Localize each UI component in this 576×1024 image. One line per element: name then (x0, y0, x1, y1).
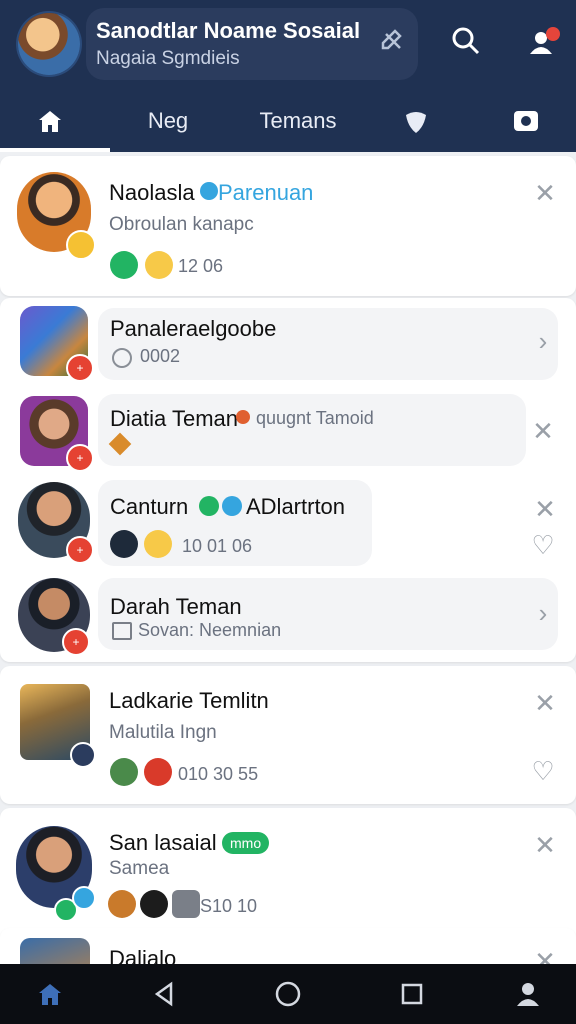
close-icon[interactable]: ✕ (530, 830, 560, 861)
contact-name: San lasaial (109, 830, 217, 855)
camera-icon (514, 111, 538, 131)
close-icon[interactable]: ✕ (530, 494, 560, 525)
status-badge: + (66, 536, 94, 564)
tag-icon (172, 890, 200, 918)
item-time: 12 06 (178, 256, 224, 276)
status-chip: mmo (222, 832, 270, 854)
app-title: Sanodtlar Noame Sosaial (96, 18, 361, 43)
status-badge (70, 742, 96, 768)
avatar-small (110, 758, 138, 786)
contact-name: Dalialo (109, 946, 177, 964)
close-icon[interactable]: ✕ (530, 688, 560, 719)
tab-camera[interactable] (496, 92, 556, 150)
online-icon (199, 496, 219, 516)
list-group: + Panaleraelgoobe 0002 › + Diatia Teman … (0, 298, 576, 662)
contact-name: Naolasla (109, 180, 195, 205)
recents-icon[interactable] (382, 964, 442, 1024)
app-subtitle: Nagaia Sgmdieis (96, 48, 240, 69)
avatar-small (140, 890, 168, 918)
contact-subtitle: Sovan: Neemnian (138, 620, 282, 640)
chevron-right-icon[interactable]: › (528, 598, 558, 629)
clock-icon (112, 348, 132, 368)
contact-suffix: ADlartrton (246, 494, 346, 519)
tab-bar: Neg Temans (0, 92, 576, 152)
profile-icon[interactable] (498, 964, 558, 1024)
contact-name: Panaleraelgoobe (110, 316, 277, 341)
status-badge: + (62, 628, 90, 656)
contact-subtitle: Samea (109, 858, 170, 879)
tab-temans[interactable]: Temans (240, 92, 356, 150)
verified-icon (222, 496, 242, 516)
contact-name: Diatia Teman (110, 406, 238, 431)
fire-icon (236, 410, 250, 424)
list-item[interactable]: Naolasla Parenuan Obroulan kanapc 12 06 … (0, 156, 576, 296)
row-extra: quugnt Tamoid (256, 408, 374, 428)
avatar-small (144, 758, 172, 786)
system-nav-bar (0, 964, 576, 1024)
emoji-icon (108, 890, 136, 918)
avatar (20, 938, 90, 964)
heart-icon[interactable]: ♡ (528, 756, 558, 787)
verified-icon (72, 886, 96, 910)
tab-neg[interactable]: Neg (118, 92, 218, 150)
home-icon[interactable] (20, 964, 80, 1024)
list-item[interactable]: Dalialo ✕ (0, 928, 576, 964)
notification-dot (546, 27, 560, 41)
contact-tag: Parenuan (218, 180, 314, 205)
close-icon[interactable]: ✕ (530, 946, 560, 964)
feed-list[interactable]: Naolasla Parenuan Obroulan kanapc 12 06 … (0, 152, 576, 964)
item-time: 010 30 55 (178, 764, 259, 784)
contact-name: Ladkarie Temlitn (109, 688, 269, 713)
contact-name: Canturn (110, 494, 189, 519)
home-icon (39, 111, 61, 132)
item-time: 10 01 06 (182, 536, 253, 556)
card-icon (112, 622, 132, 640)
avatar-small (110, 530, 138, 558)
status-badge: + (66, 444, 94, 472)
back-icon[interactable] (134, 964, 194, 1024)
item-meta: 0002 (140, 346, 181, 366)
tab-home[interactable] (0, 92, 100, 150)
close-icon[interactable]: ✕ (530, 178, 560, 209)
edit-icon[interactable] (372, 26, 412, 61)
emoji-icon (144, 530, 172, 558)
heart-icon[interactable]: ♡ (528, 530, 558, 561)
shield-icon (406, 112, 426, 133)
contact-subtitle: Malutila Ingn (109, 722, 217, 743)
chevron-right-icon[interactable]: › (528, 326, 558, 357)
item-time: S10 10 (200, 896, 258, 916)
close-icon[interactable]: ✕ (528, 416, 558, 447)
tab-shield[interactable] (386, 92, 446, 150)
verified-icon (200, 182, 218, 200)
contact-subtitle: Obroulan kanapc (109, 214, 254, 235)
chat-icon (110, 251, 138, 279)
status-badge: + (66, 354, 94, 382)
status-badge (66, 230, 96, 260)
search-icon[interactable] (446, 26, 486, 63)
emoji-icon (145, 251, 173, 279)
contact-name: Darah Teman (110, 594, 242, 619)
home-button-icon[interactable] (258, 964, 318, 1024)
profile-avatar[interactable] (18, 13, 80, 75)
list-item[interactable]: Ladkarie Temlitn Malutila Ingn 010 30 55… (0, 666, 576, 804)
